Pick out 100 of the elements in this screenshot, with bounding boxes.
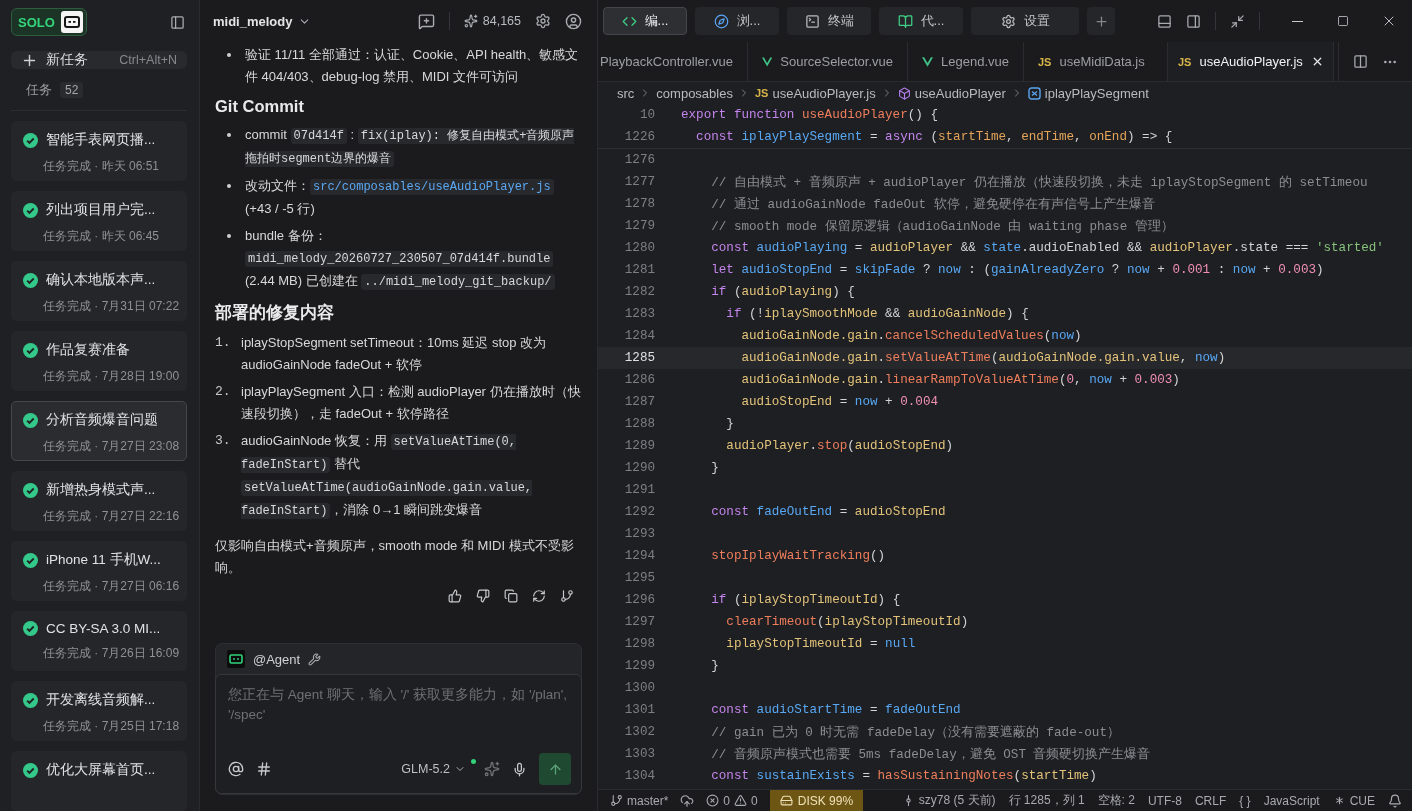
task-title: 优化大屏幕首页...	[46, 761, 156, 779]
breadcrumb-item[interactable]: useAudioPlayer	[914, 85, 1006, 101]
task-title: 确认本地版本声...	[46, 271, 156, 289]
tasks-label: 任务	[26, 81, 52, 99]
task-status: 任务完成 · 7月27日 23:08	[42, 438, 181, 455]
task-title: 作品复赛准备	[46, 341, 130, 359]
task-card[interactable]: 分析音频爆音问题 任务完成 · 7月27日 23:08	[11, 401, 187, 461]
code-line: // 通过 audioGainNode fadeOut 软停，避免硬停在有声信号上产生爆音	[710, 196, 1155, 213]
code-line: if (!iplaySmoothMode && audioGainNode) {	[725, 307, 1029, 321]
new-task-button[interactable]: 新任务 Ctrl+Alt+N	[11, 51, 187, 69]
task-card[interactable]: 作品复赛准备 任务完成 · 7月28日 19:00	[11, 331, 187, 391]
code-line: }	[725, 417, 734, 431]
tool-tab[interactable]: 代...	[879, 7, 963, 35]
task-status: 任务完成 · 7月27日 06:16	[42, 578, 181, 595]
code-line: const audioStartTime = fadeOutEnd	[710, 703, 961, 717]
line-number: 1300	[623, 681, 655, 695]
line-number: 1284	[623, 329, 655, 343]
code-line: iplayStopTimeoutId = null	[725, 637, 916, 651]
task-card[interactable]: 新增热身模式声... 任务完成 · 7月27日 22:16	[11, 471, 187, 531]
task-title: 分析音频爆音问题	[46, 411, 158, 429]
code-line: }	[710, 659, 719, 673]
task-title: 开发离线音频解...	[46, 691, 156, 709]
line-number: 10	[638, 108, 655, 122]
code-line: audioStopEnd = now + 0.004	[740, 395, 938, 409]
code-line: audioGainNode.gain.cancelScheduledValues(now)	[740, 329, 1082, 343]
line-number: 1298	[623, 637, 655, 651]
line-number: 1285	[623, 351, 655, 365]
tool-tab[interactable]: 浏...	[695, 7, 779, 35]
line-number: 1226	[623, 130, 655, 144]
logo[interactable]: SOLO	[11, 8, 87, 36]
line-number: 1296	[623, 593, 655, 607]
line-number: 1304	[623, 769, 655, 783]
warning-count: 0	[751, 793, 758, 808]
line-number: 1276	[623, 153, 655, 167]
logo-text: SOLO	[18, 14, 55, 30]
indent-status[interactable]: 空格: 2	[1097, 792, 1135, 809]
agent-label[interactable]: @Agent	[253, 651, 301, 667]
code-line: // 自由模式 + 音频原声 + audioPlayer 仍在播放（快速段切换，未走 iplayStopSegment 的 setTimeou	[710, 174, 1368, 191]
line-number: 1290	[623, 461, 655, 475]
task-title: CC BY-SA 3.0 MI...	[46, 621, 161, 636]
breadcrumb-item[interactable]: useAudioPlayer.js	[772, 85, 876, 101]
code-line: const audioPlaying = audioPlayer && state.audioEnabled && audioPlayer.state === 'started'	[710, 241, 1384, 255]
file-tab[interactable]: PlaybackController.vue	[598, 42, 748, 81]
cue-status[interactable]: CUE	[1332, 793, 1375, 808]
code-line: if (audioPlaying) {	[710, 285, 855, 299]
task-card[interactable]: iPhone 11 手机W... 任务完成 · 7月27日 06:16	[11, 541, 187, 601]
line-number: 1280	[623, 241, 655, 255]
bullet-text: 改动文件： src/composables/useAudioPlayer.js (+43 / -5 行)	[245, 175, 582, 220]
file-tab[interactable]: JS useAudioPlayer.js	[1168, 42, 1334, 81]
code-line: let audioStopEnd = skipFade ? now : (gainAlreadyZero ? now + 0.001 : now + 0.003)	[710, 263, 1324, 277]
list-number: 2.	[215, 383, 232, 401]
section-heading: Git Commit	[215, 97, 305, 116]
code-line: audioGainNode.gain.linearRampToValueAtTime(0, now + 0.003)	[740, 373, 1180, 387]
task-card[interactable]: 开发离线音频解... 任务完成 · 7月25日 17:18	[11, 681, 187, 741]
task-title: 列出项目用户完...	[46, 201, 156, 219]
credits-count: 84,165	[482, 14, 521, 28]
cursor-position[interactable]: 行 1285，列 1	[1008, 792, 1085, 809]
problems-status[interactable]: 0 0	[706, 793, 758, 808]
error-count: 0	[723, 793, 731, 808]
line-number: 1299	[623, 659, 655, 673]
bullet-text: 验证 11/11 全部通过：认证、Cookie、API health、敏感文件 404/403、debug-log 禁用、MIDI 文件可访问	[245, 46, 580, 86]
task-card[interactable]: CC BY-SA 3.0 MI... 任务完成 · 7月26日 16:09	[11, 611, 187, 671]
task-card[interactable]: 智能手表网页播... 任务完成 · 昨天 06:51	[11, 121, 187, 181]
breadcrumb-item[interactable]: src	[617, 85, 635, 101]
breadcrumb-item[interactable]: composables	[656, 85, 733, 101]
message-input[interactable]: 您正在与 Agent 聊天，输入 '/' 获取更多能力，如 '/plan', '/spec' GLM-5.2	[215, 674, 582, 794]
task-status: 任务完成 · 7月26日 16:09	[42, 645, 181, 662]
tool-tab[interactable]: 设置	[971, 7, 1079, 35]
eol-status[interactable]: CRLF	[1194, 793, 1227, 808]
line-number: 1286	[623, 373, 655, 387]
line-number: 1279	[623, 219, 655, 233]
tool-tab[interactable]: 终端	[787, 7, 871, 35]
branch-status[interactable]: master*	[610, 793, 669, 808]
code-line: // 音频原声模式也需要 5ms fadeDelay，避免 OST 音频硬切换产生爆音	[710, 746, 1151, 763]
task-title: 智能手表网页播...	[46, 131, 156, 149]
line-number: 1295	[623, 571, 655, 585]
breadcrumb-item[interactable]: iplayPlaySegment	[1044, 85, 1149, 101]
task-title: iPhone 11 手机W...	[46, 551, 161, 569]
task-count: 52	[60, 82, 84, 98]
tool-tab[interactable]: 编...	[603, 7, 687, 35]
code-line: const iplayPlaySegment = async (startTime, endTime, onEnd) => {	[695, 130, 1173, 144]
encoding-status[interactable]: UTF-8	[1147, 793, 1182, 808]
task-card[interactable]: 优化大屏幕首页...	[11, 751, 187, 811]
braces-status[interactable]: { }	[1239, 793, 1251, 808]
task-title: 新增热身模式声...	[46, 481, 156, 499]
list-number: 1.	[215, 334, 232, 352]
line-number: 1293	[623, 527, 655, 541]
task-card[interactable]: 列出项目用户完... 任务完成 · 昨天 06:45	[11, 191, 187, 251]
language-status[interactable]: JavaScript	[1263, 793, 1320, 808]
shortcut-hint: Ctrl+Alt+N	[119, 53, 177, 67]
blame-status[interactable]: szy78 (5 天前)	[901, 792, 996, 809]
task-card[interactable]: 确认本地版本声... 任务完成 · 7月31日 07:22	[11, 261, 187, 321]
task-status: 任务完成 · 昨天 06:51	[42, 158, 161, 175]
line-number: 1303	[623, 747, 655, 761]
js-icon: JS	[754, 87, 769, 99]
project-selector[interactable]: midi_melody	[213, 13, 312, 29]
line-number: 1292	[623, 505, 655, 519]
bullet-text: bundle 备份： midi_melody_20260727_230507_07d414f.bundle (2.44 MB) 已创建在 ../midi_melody_git_backup/	[245, 225, 582, 293]
message-paragraph: 仅影响自由模式+音频原声，smooth mode 和 MIDI 模式不受影响。	[215, 537, 575, 577]
code-line: // gain 已为 0 时无需 fadeDelay（没有需要遮蔽的 fade-out）	[710, 724, 1120, 741]
